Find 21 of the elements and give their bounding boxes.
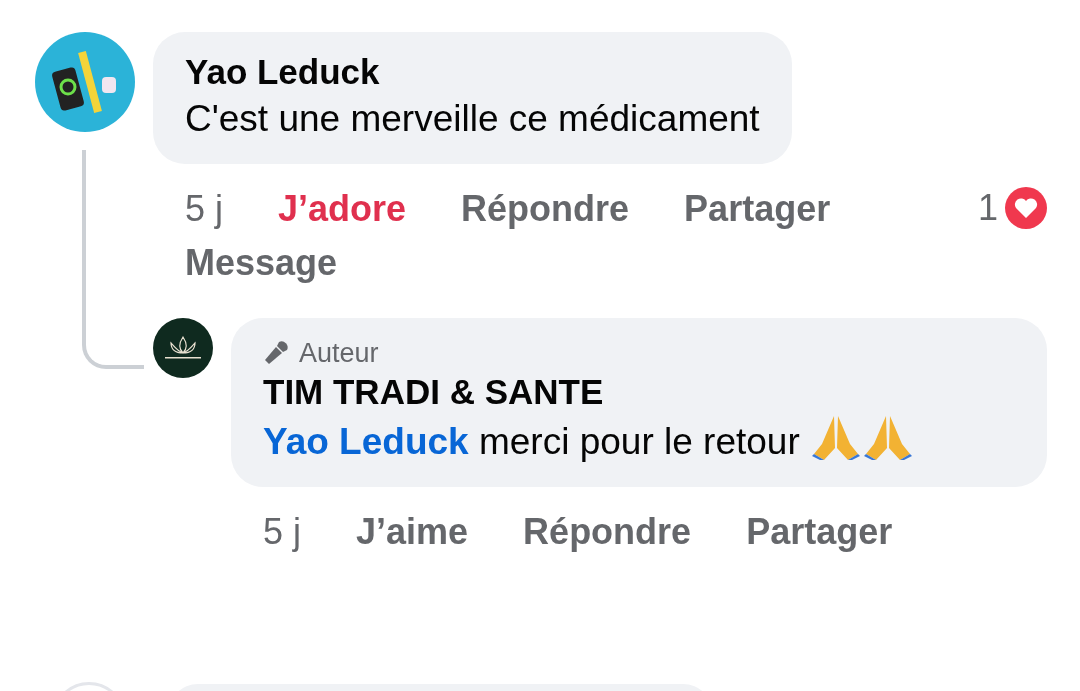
action-link[interactable]: Partager [746, 507, 893, 557]
author-name[interactable]: TIM TRADI & SANTE [263, 370, 1015, 414]
author-name[interactable]: Yao Leduck [185, 50, 760, 94]
mention-link[interactable]: Yao Leduck [263, 421, 469, 462]
action-link[interactable]: Message [185, 238, 338, 288]
microphone-icon [263, 340, 289, 366]
page-logo[interactable] [153, 318, 213, 378]
timestamp: 5 j [185, 187, 224, 231]
reaction-count[interactable]: 1 [977, 187, 998, 229]
praying-hands-icon [810, 414, 862, 460]
author-label: Auteur [299, 337, 379, 370]
timestamp: 5 j [263, 510, 302, 554]
reply-text: Yao Leduck merci pour le retour [263, 414, 993, 467]
action-link[interactable]: Partager [684, 184, 831, 234]
heart-reaction-icon[interactable] [1004, 186, 1048, 230]
like-button[interactable]: J’aime [356, 507, 469, 557]
praying-hands-icon [862, 414, 914, 460]
action-link[interactable]: Répondre [523, 507, 692, 557]
comment-text: C'est une merveille ce médicament [185, 97, 760, 141]
like-button[interactable]: J’adore [278, 184, 407, 234]
action-link[interactable]: Répondre [461, 184, 630, 234]
